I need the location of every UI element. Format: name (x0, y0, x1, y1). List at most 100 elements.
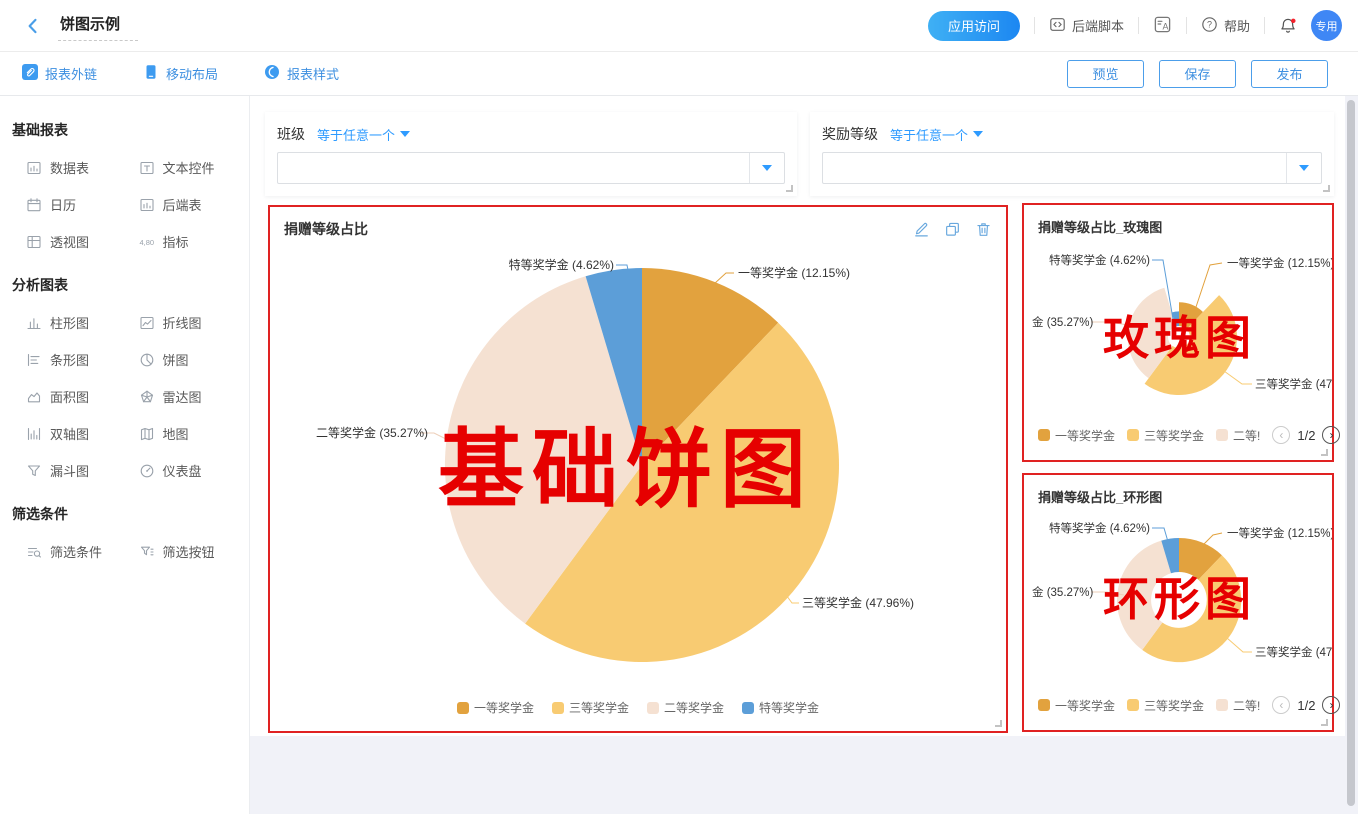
legend-label: 三等奖学金 (1144, 697, 1204, 714)
vertical-scrollbar[interactable] (1347, 100, 1355, 806)
sidebar-item-label: 仪表盘 (163, 461, 202, 480)
sidebar-item-pivot[interactable]: 透视图 (12, 232, 125, 251)
pager-prev-icon[interactable]: ‹ (1272, 426, 1290, 444)
resize-handle[interactable] (1321, 449, 1328, 456)
sidebar-item-text-widget[interactable]: 文本控件 (125, 158, 238, 177)
sidebar-item-label: 折线图 (163, 313, 202, 332)
legend-item[interactable]: 二等! (1216, 427, 1260, 444)
app-access-button[interactable]: 应用访问 (928, 11, 1020, 41)
class-filter-select[interactable] (277, 152, 785, 184)
sidebar-item-pie-chart[interactable]: 饼图 (125, 350, 238, 369)
legend-swatch (1038, 699, 1050, 711)
legend-swatch (1127, 699, 1139, 711)
chart-legend: 一等奖学金三等奖学金二等! ‹ 1/2 › (1038, 696, 1324, 714)
divider (1138, 17, 1139, 34)
legend-swatch (1038, 429, 1050, 441)
slice-label: 金 (35.27%) (1032, 315, 1094, 329)
sidebar-item-radar-chart[interactable]: 雷达图 (125, 387, 238, 406)
save-button[interactable]: 保存 (1159, 60, 1236, 88)
resize-handle[interactable] (786, 185, 793, 192)
language-button[interactable]: A (1153, 15, 1172, 37)
pivot-icon (26, 234, 42, 250)
legend-label: 二等! (1233, 697, 1260, 714)
edit-icon[interactable] (913, 221, 930, 238)
sidebar-item-calendar[interactable]: 日历 (12, 195, 125, 214)
slice-label: 特等奖学金 (4.62%) (1049, 253, 1150, 267)
sidebar-item-dual-axis[interactable]: 双轴图 (12, 424, 125, 443)
slice-label: 金 (35.27%) (1032, 585, 1094, 599)
sidebar-item-backend-table[interactable]: 后端表 (125, 195, 238, 214)
legend-item[interactable]: 三等奖学金 (552, 699, 629, 716)
legend-label: 一等奖学金 (1055, 697, 1115, 714)
backend-script-button[interactable]: 后端脚本 (1049, 16, 1124, 36)
sidebar-item-filter-button[interactable]: 筛选按钮 (125, 542, 238, 561)
legend-pager: ‹ 1/2 › (1272, 696, 1340, 714)
pager-text: 1/2 (1297, 428, 1315, 443)
sidebar-item-label: 筛选按钮 (163, 542, 215, 561)
award-filter-select[interactable] (822, 152, 1322, 184)
mobile-layout-button[interactable]: 移动布局 (143, 64, 218, 83)
pie-chart: 特等奖学金 (4.62%) 一等奖学金 (12.15%) 二等奖学金 (35.27%… (270, 207, 1006, 731)
sidebar-item-line-chart[interactable]: 折线图 (125, 313, 238, 332)
slice-label: 三等奖学金 (47.96%) (802, 595, 914, 610)
pager-prev-icon[interactable]: ‹ (1272, 696, 1290, 714)
pie-chart-icon (139, 352, 155, 368)
legend-item[interactable]: 二等奖学金 (647, 699, 724, 716)
chevron-down-icon (762, 165, 772, 171)
sidebar-item-map[interactable]: 地图 (125, 424, 238, 443)
legend-item[interactable]: 特等奖学金 (742, 699, 819, 716)
help-icon: ? (1201, 16, 1218, 36)
legend-item[interactable]: 三等奖学金 (1127, 697, 1204, 714)
filter-operator[interactable]: 等于任意一个 (890, 125, 983, 144)
sidebar-item-label: 筛选条件 (50, 542, 102, 561)
sidebar-item-column-chart[interactable]: 柱形图 (12, 313, 125, 332)
legend-item[interactable]: 一等奖学金 (1038, 697, 1115, 714)
widget-sidebar: 基础报表数据表文本控件日历后端表透视图4,80指标分析图表柱形图折线图条形图饼图… (0, 96, 250, 814)
pie-chart-panel[interactable]: 捐赠等级占比 特等奖学金 (4.62%)一等奖学金 (12.15%)二等奖学金 … (268, 205, 1008, 733)
slice-label: 二等奖学金 (35.27%) (316, 425, 428, 440)
legend-swatch (647, 702, 659, 714)
legend-item[interactable]: 三等奖学金 (1127, 427, 1204, 444)
publish-button[interactable]: 发布 (1251, 60, 1328, 88)
copy-icon[interactable] (944, 221, 961, 238)
filter-operator[interactable]: 等于任意一个 (317, 125, 410, 144)
slice-label: 三等奖学金 (47 (1255, 377, 1332, 391)
sidebar-item-label: 文本控件 (163, 158, 215, 177)
sidebar-item-filter-condition[interactable]: 筛选条件 (12, 542, 125, 561)
rose-chart-panel[interactable]: 捐赠等级占比_玫瑰图 特等奖学金 (4.62%)一等奖学金 (12.15%)金 … (1022, 203, 1334, 462)
avatar[interactable]: 专用 (1311, 10, 1342, 41)
resize-handle[interactable] (1323, 185, 1330, 192)
legend-item[interactable]: 二等! (1216, 697, 1260, 714)
slice-label: 一等奖学金 (12.15%) (1227, 526, 1332, 540)
sidebar-item-data-table[interactable]: 数据表 (12, 158, 125, 177)
sidebar-item-funnel-chart[interactable]: 漏斗图 (12, 461, 125, 480)
sidebar-item-bar-chart[interactable]: 条形图 (12, 350, 125, 369)
preview-button[interactable]: 预览 (1067, 60, 1144, 88)
report-link-button[interactable]: 报表外链 (22, 64, 97, 83)
legend-item[interactable]: 一等奖学金 (457, 699, 534, 716)
legend-swatch (552, 702, 564, 714)
resize-handle[interactable] (1321, 719, 1328, 726)
back-button[interactable] (22, 15, 44, 37)
resize-handle[interactable] (995, 720, 1002, 727)
sidebar-item-area-chart[interactable]: 面积图 (12, 387, 125, 406)
sidebar-item-gauge[interactable]: 仪表盘 (125, 461, 238, 480)
code-icon (1049, 16, 1066, 36)
pager-next-icon[interactable]: › (1322, 426, 1340, 444)
sidebar-item-label: 漏斗图 (50, 461, 89, 480)
delete-icon[interactable] (975, 221, 992, 238)
slice-label: 一等奖学金 (12.15%) (738, 265, 850, 280)
calendar-icon (26, 197, 42, 213)
sidebar-item-metric[interactable]: 4,80指标 (125, 232, 238, 251)
slice-label: 特等奖学金 (4.62%) (509, 257, 614, 272)
legend-item[interactable]: 一等奖学金 (1038, 427, 1115, 444)
notification-bell[interactable] (1279, 17, 1297, 35)
column-chart-icon (26, 315, 42, 331)
donut-chart-panel[interactable]: 捐赠等级占比_环形图 特等奖学金 (4.62%)一等奖学金 (12.15%)金 … (1022, 473, 1334, 732)
style-icon (264, 64, 280, 83)
pager-next-icon[interactable]: › (1322, 696, 1340, 714)
slice-label: 一等奖学金 (12.15%) (1227, 256, 1332, 270)
help-button[interactable]: ? 帮助 (1201, 16, 1250, 36)
dual-axis-icon (26, 426, 42, 442)
report-style-button[interactable]: 报表样式 (264, 64, 339, 83)
